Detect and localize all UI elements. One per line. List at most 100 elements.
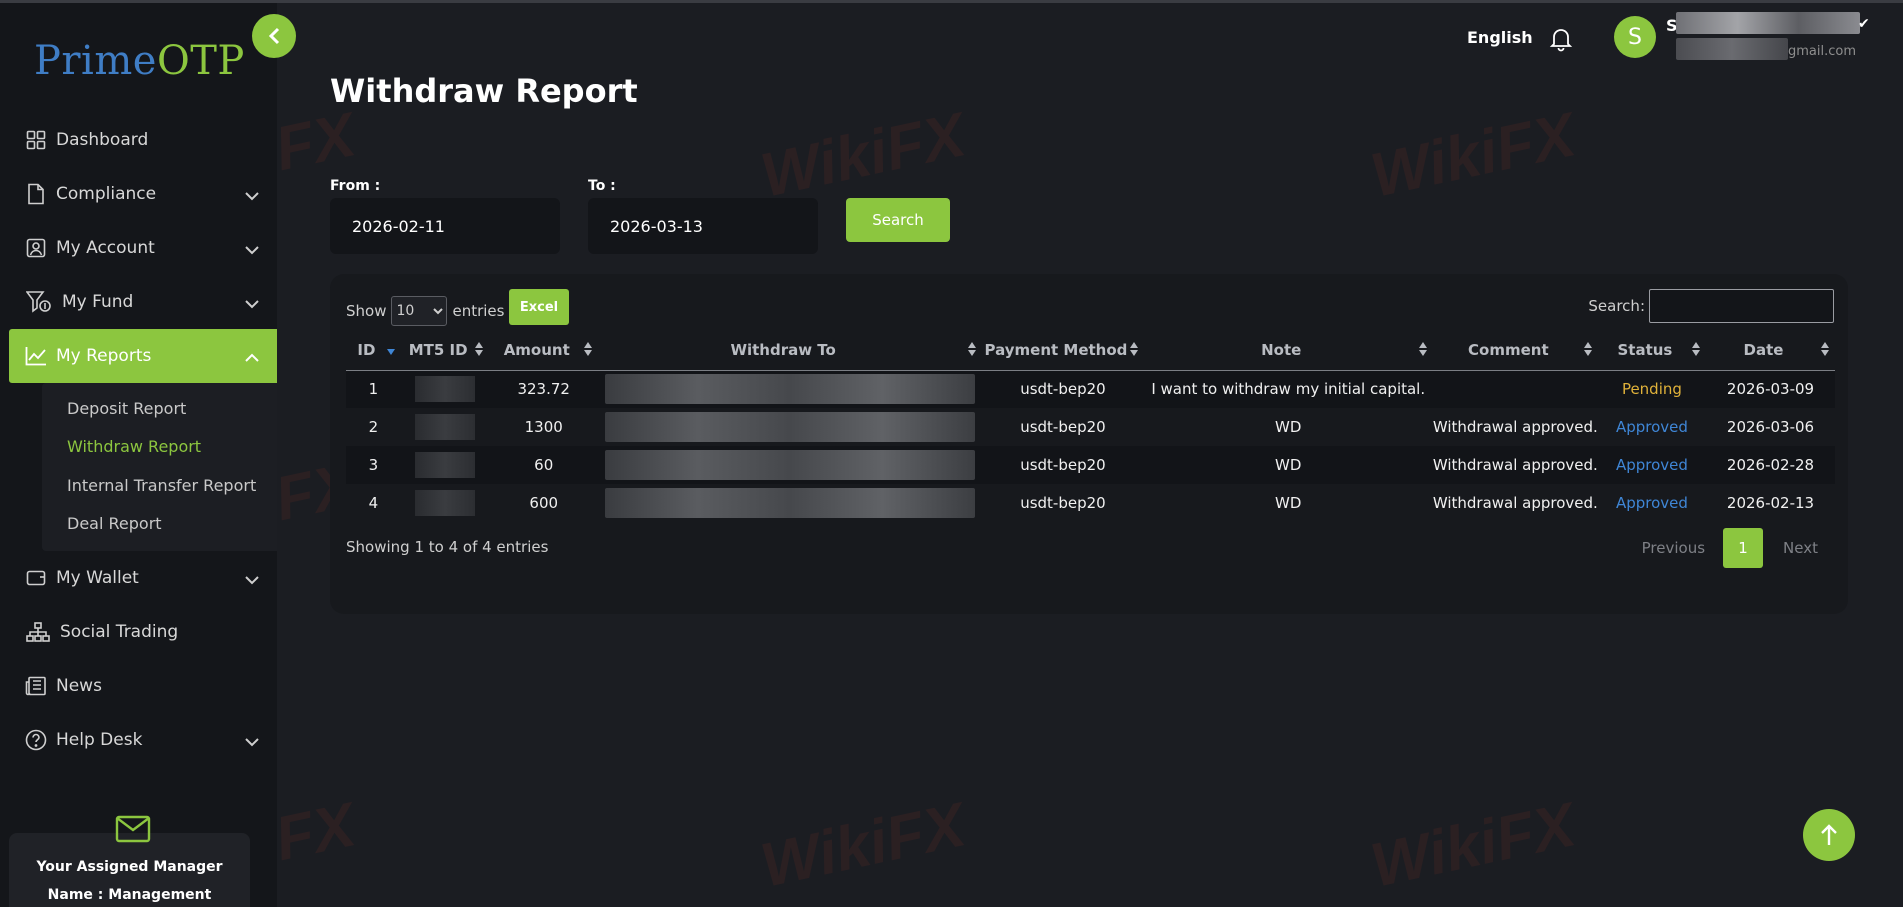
cell-status: Approved [1615,494,1688,512]
cell-status: Approved [1615,418,1688,436]
submenu-withdraw-report[interactable]: Withdraw Report [42,428,277,467]
sort-icon [475,342,484,360]
redacted-block [415,414,476,440]
column-header-mt5-id[interactable]: MT5 ID [400,330,490,371]
column-header-id[interactable]: ID [346,330,401,371]
chevron-up-icon [245,348,259,368]
entries-label: entries [452,302,505,320]
to-date-input[interactable]: 2026-03-13 [588,198,818,254]
watermark: WikiFX [755,100,972,211]
sidebar-item-help-desk[interactable]: Help Desk [0,713,277,767]
previous-page-button[interactable]: Previous [1624,539,1723,557]
column-header-withdraw-to[interactable]: Withdraw To [598,330,983,371]
watermark: WikiFX [1365,790,1582,901]
sort-icon [1821,342,1829,360]
table-row: 3 60 usdt-bep20 WD Withdrawal approved. … [346,446,1835,484]
user-email-text: gmail.com [1788,44,1857,59]
manager-title: Your Assigned Manager [36,859,223,875]
from-date-input[interactable]: 2026-02-11 [330,198,560,254]
bell-icon[interactable] [1549,26,1573,56]
header-label: Amount [503,340,570,359]
page-size-select[interactable]: 10 [391,296,448,326]
cell-amount: 60 [534,456,554,474]
column-header-payment-method[interactable]: Payment Method [982,330,1144,371]
table-search: Search: [1588,289,1834,323]
redacted-block [605,374,976,405]
cell-mt5-id-redacted [401,484,490,522]
sidebar-item-compliance[interactable]: Compliance [0,167,277,221]
chevron-down-icon [245,732,259,752]
manager-name: Name : Management [47,887,212,903]
table-row: 4 600 usdt-bep20 WD Withdrawal approved.… [346,484,1835,522]
submenu-deposit-report[interactable]: Deposit Report [42,389,277,428]
sidebar-item-my-reports[interactable]: My Reports [9,329,277,383]
cell-status: Pending [1621,380,1682,399]
column-header-status[interactable]: Status [1597,330,1707,371]
sidebar-item-my-wallet[interactable]: My Wallet [0,551,277,605]
watermark: WikiFX [1365,100,1582,211]
column-header-comment[interactable]: Comment [1432,330,1598,371]
column-header-date[interactable]: Date [1706,330,1835,371]
next-page-button[interactable]: Next [1763,539,1834,557]
chevron-down-icon [245,240,259,260]
cell-id: 2 [368,418,379,436]
sidebar-item-my-account[interactable]: My Account [0,221,277,275]
collapse-sidebar-button[interactable] [252,14,296,58]
chevron-down-icon [245,186,259,206]
brand-part2: OTP [156,38,245,84]
document-icon [24,182,48,206]
cell-date: 2026-02-28 [1726,456,1815,474]
cell-date: 2026-03-06 [1726,418,1815,436]
header-label: Date [1743,340,1784,359]
page-size-control: Show 10 entries [346,296,504,326]
cell-payment-method: usdt-bep20 [1020,380,1106,399]
chevron-down-icon [245,570,259,590]
header-label: Comment [1468,340,1549,359]
scroll-to-top-button[interactable] [1803,809,1855,861]
cell-comment: Withdrawal approved. [1432,418,1598,436]
sort-icon [584,342,593,360]
table-row: 2 1300 usdt-bep20 WD Withdrawal approved… [346,408,1835,446]
show-label: Show [346,302,387,320]
page-button-current[interactable]: 1 [1723,528,1764,568]
sidebar-nav: Dashboard Compliance My Account My Fund [0,113,277,767]
sidebar-item-social-trading[interactable]: Social Trading [0,605,277,659]
cell-payment-method: usdt-bep20 [1020,494,1106,512]
submenu-deal-report[interactable]: Deal Report [42,505,277,544]
language-selector[interactable]: English [1467,28,1533,47]
brand-logo[interactable]: PrimeOTP [34,37,245,85]
cell-date: 2026-03-09 [1726,380,1815,399]
column-header-note[interactable]: Note [1143,330,1433,371]
cell-amount: 323.72 [517,380,570,399]
cell-id: 4 [368,494,379,512]
header-label: MT5 ID [408,340,468,359]
verified-check-icon: ✔ [1858,16,1870,32]
sidebar-item-label: My Wallet [56,568,139,588]
column-header-amount[interactable]: Amount [489,330,599,371]
news-icon [24,674,48,698]
sort-desc-icon [386,342,395,360]
report-panel: Show 10 entries Excel Search: ID MT5 ID … [330,274,1848,614]
dashboard-icon [24,128,48,152]
arrow-up-icon [1821,824,1837,845]
sidebar-item-dashboard[interactable]: Dashboard [0,113,277,167]
search-button[interactable]: Search [846,198,950,242]
submenu-internal-transfer-report[interactable]: Internal Transfer Report [42,466,277,505]
excel-export-button[interactable]: Excel [509,289,569,325]
sidebar-item-news[interactable]: News [0,659,277,713]
avatar[interactable]: S [1614,16,1656,58]
wallet-icon [24,566,48,590]
table-header-row: ID MT5 ID Amount Withdraw To Payment Met… [346,330,1835,371]
sidebar-item-label: Compliance [56,184,157,204]
pagination: Previous 1 Next [1624,528,1834,568]
sidebar-item-label: My Account [56,238,155,258]
cell-status: Approved [1615,456,1688,474]
table-search-input[interactable] [1649,289,1834,323]
cell-comment [1433,370,1598,408]
sidebar-item-my-fund[interactable]: My Fund [0,275,277,329]
redacted-block [605,412,976,442]
cell-comment: Withdrawal approved. [1432,494,1598,512]
cell-note: WD [1275,418,1302,436]
cell-payment-method: usdt-bep20 [1020,418,1106,436]
cell-mt5-id-redacted [401,446,490,484]
